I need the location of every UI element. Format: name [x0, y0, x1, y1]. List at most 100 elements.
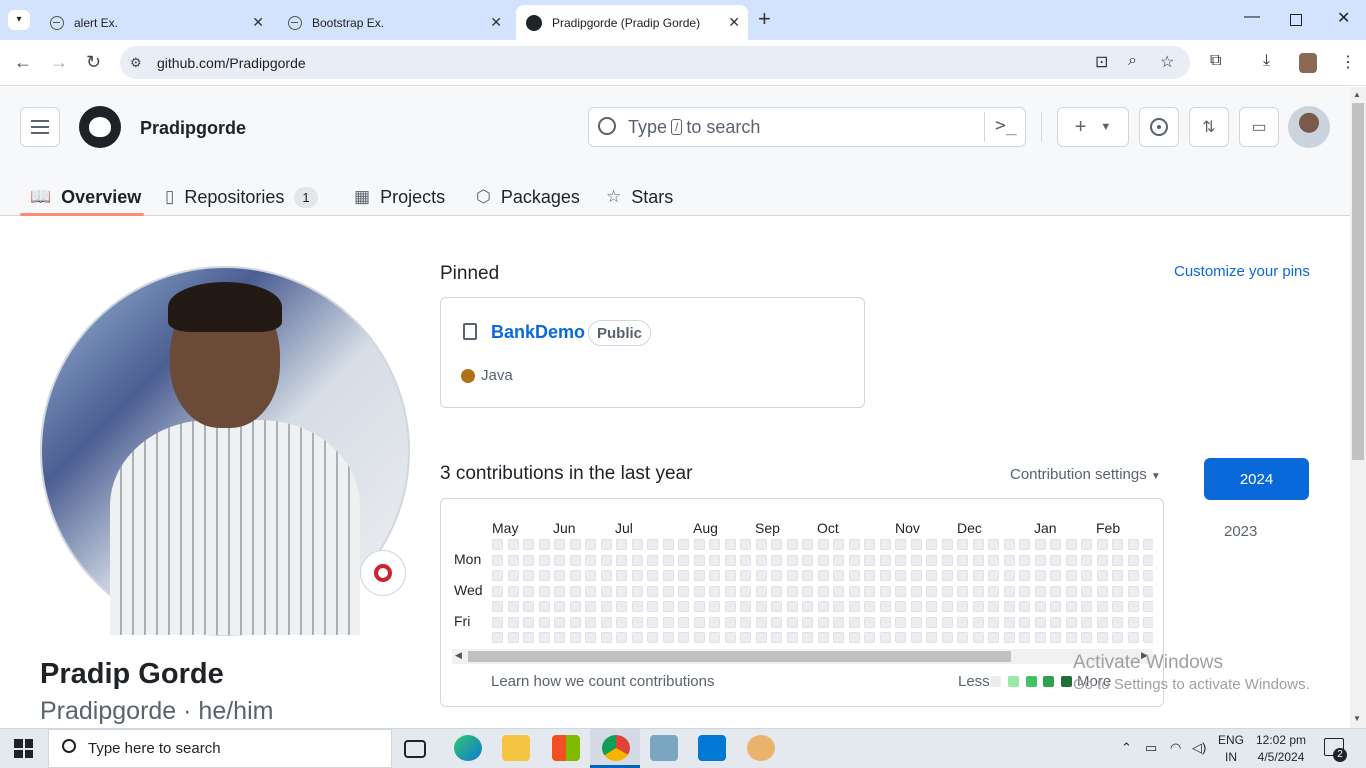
contribution-cell[interactable] — [740, 554, 751, 566]
contribution-cell[interactable] — [569, 585, 581, 597]
contribution-cell[interactable] — [1143, 632, 1153, 643]
contribution-cell[interactable] — [1003, 570, 1015, 581]
contribution-cell[interactable] — [864, 554, 875, 566]
contribution-cell[interactable] — [1081, 570, 1092, 581]
contribution-cell[interactable] — [538, 601, 550, 612]
contribution-cell[interactable] — [972, 554, 984, 566]
contribution-cell[interactable] — [1034, 616, 1046, 628]
profile-avatar[interactable] — [1299, 53, 1317, 73]
contribution-cell[interactable] — [492, 570, 503, 581]
contribution-cell[interactable] — [895, 616, 906, 628]
url-text[interactable]: github.com/Pradipgorde — [157, 55, 306, 71]
back-icon[interactable]: ← — [14, 52, 32, 73]
contribution-cell[interactable] — [1112, 632, 1123, 643]
contribution-cell[interactable] — [1003, 539, 1015, 550]
contribution-cell[interactable] — [1019, 554, 1030, 566]
contribution-cell[interactable] — [1019, 601, 1030, 612]
contribution-cell[interactable] — [941, 554, 953, 566]
contribution-cell[interactable] — [755, 632, 767, 643]
contribution-cell[interactable] — [1143, 539, 1153, 550]
taskbar-search-box[interactable]: Type here to search — [48, 729, 392, 768]
contribution-cell[interactable] — [1127, 632, 1139, 643]
tab-overview[interactable]: 📖 Overview — [30, 178, 141, 216]
forward-icon[interactable]: → — [50, 52, 68, 73]
contribution-cell[interactable] — [941, 601, 953, 612]
contribution-cell[interactable] — [1003, 585, 1015, 597]
contribution-cell[interactable] — [709, 570, 720, 581]
contribution-cell[interactable] — [709, 585, 720, 597]
browser-tab-3[interactable]: Pradipgorde (Pradip Gorde) ✕ — [516, 5, 748, 40]
contribution-cell[interactable] — [895, 601, 906, 612]
contribution-cell[interactable] — [724, 601, 736, 612]
contribution-cell[interactable] — [1081, 632, 1092, 643]
search-input[interactable]: Type / to search — [588, 107, 1026, 147]
contribution-cell[interactable] — [740, 632, 751, 643]
tab-packages[interactable]: ⬡ Packages — [476, 178, 580, 216]
contribution-cell[interactable] — [1081, 554, 1092, 566]
customize-pins-link[interactable]: Customize your pins — [1174, 263, 1310, 280]
contribution-cell[interactable] — [616, 632, 627, 643]
contribution-cell[interactable] — [492, 601, 503, 612]
edge-icon[interactable] — [454, 735, 482, 761]
contribution-cell[interactable] — [1112, 601, 1123, 612]
contribution-cell[interactable] — [693, 616, 705, 628]
horizontal-scrollbar-thumb[interactable] — [468, 651, 1011, 662]
contribution-cell[interactable] — [600, 601, 612, 612]
contribution-cell[interactable] — [538, 539, 550, 550]
contribution-cell[interactable] — [1127, 570, 1139, 581]
contribution-cell[interactable] — [678, 539, 689, 550]
close-tab-icon[interactable]: ✕ — [252, 14, 264, 31]
contribution-cell[interactable] — [910, 570, 922, 581]
restore-button[interactable] — [1290, 14, 1302, 26]
contribution-cell[interactable] — [817, 632, 829, 643]
notepad-icon[interactable] — [650, 735, 678, 761]
contribution-cell[interactable] — [538, 616, 550, 628]
browser-tab-1[interactable]: alert Ex. ✕ — [40, 5, 272, 40]
contribution-cell[interactable] — [957, 539, 968, 550]
contribution-cell[interactable] — [585, 554, 596, 566]
contribution-cell[interactable] — [957, 601, 968, 612]
contribution-cell[interactable] — [740, 601, 751, 612]
contribution-cell[interactable] — [1096, 616, 1108, 628]
contribution-cell[interactable] — [1065, 616, 1077, 628]
contribution-cell[interactable] — [600, 554, 612, 566]
contribution-cell[interactable] — [569, 601, 581, 612]
contribution-cell[interactable] — [926, 585, 937, 597]
contribution-cell[interactable] — [771, 554, 782, 566]
zoom-icon[interactable]: ⌕ — [1128, 52, 1137, 70]
contribution-cell[interactable] — [507, 539, 519, 550]
contribution-cell[interactable] — [678, 585, 689, 597]
contribution-cell[interactable] — [1112, 539, 1123, 550]
scroll-up-arrow[interactable]: ▲ — [1353, 90, 1361, 99]
contribution-cell[interactable] — [910, 601, 922, 612]
contribution-cell[interactable] — [1050, 554, 1061, 566]
contribution-cell[interactable] — [1019, 570, 1030, 581]
language-indicator[interactable]: ENG IN — [1218, 732, 1244, 766]
contribution-cell[interactable] — [523, 601, 534, 612]
file-explorer-icon[interactable] — [502, 735, 530, 761]
contribution-cell[interactable] — [910, 585, 922, 597]
wifi-icon[interactable]: ◠ — [1170, 740, 1181, 756]
contribution-cell[interactable] — [631, 616, 643, 628]
contribution-cell[interactable] — [740, 585, 751, 597]
create-new-button[interactable]: + ▼ — [1057, 107, 1129, 147]
contribution-cell[interactable] — [1096, 632, 1108, 643]
contribution-cell[interactable] — [848, 616, 860, 628]
contribution-cell[interactable] — [864, 539, 875, 550]
contribution-cell[interactable] — [678, 616, 689, 628]
contribution-cell[interactable] — [833, 570, 844, 581]
contribution-cell[interactable] — [786, 616, 798, 628]
contribution-cell[interactable] — [786, 570, 798, 581]
contribution-cell[interactable] — [1127, 554, 1139, 566]
contribution-cell[interactable] — [957, 616, 968, 628]
contribution-cell[interactable] — [802, 632, 813, 643]
contribution-cell[interactable] — [724, 616, 736, 628]
contribution-cell[interactable] — [600, 539, 612, 550]
contribution-cell[interactable] — [771, 570, 782, 581]
contribution-cell[interactable] — [693, 632, 705, 643]
bookmark-star-icon[interactable]: ☆ — [1160, 52, 1174, 72]
contribution-cell[interactable] — [693, 539, 705, 550]
contribution-cell[interactable] — [833, 601, 844, 612]
contribution-cell[interactable] — [786, 632, 798, 643]
contribution-cell[interactable] — [1065, 554, 1077, 566]
